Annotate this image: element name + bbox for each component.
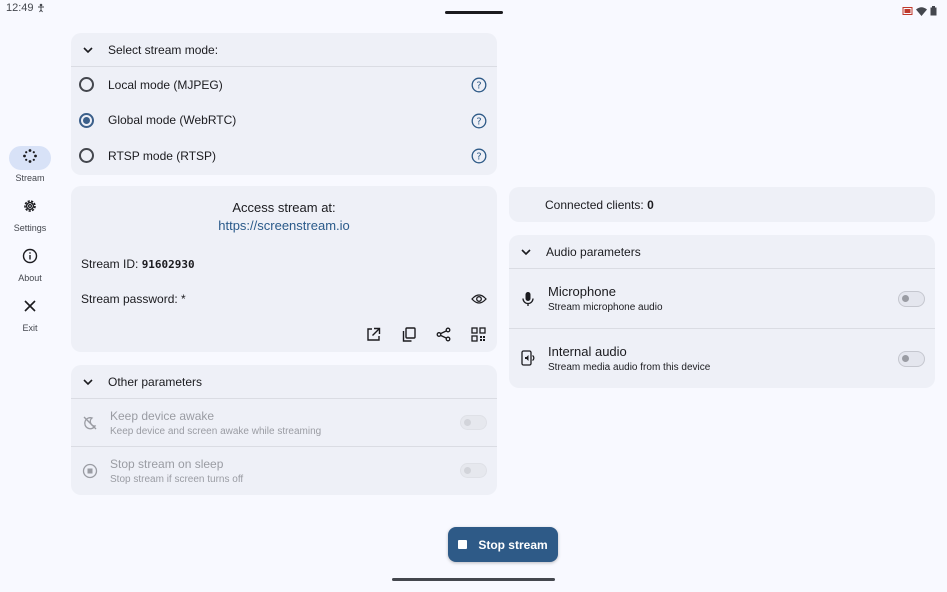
mode-option-local[interactable]: Local mode (MJPEG) ? — [71, 67, 497, 103]
other-params-card: Other parameters Keep device awake Keep … — [71, 365, 497, 495]
stream-id-label: Stream ID: — [81, 257, 142, 271]
do-not-disturb-icon — [81, 414, 99, 432]
microphone-subtitle: Stream microphone audio — [548, 302, 663, 313]
access-title: Access stream at: — [232, 200, 336, 215]
status-icons — [902, 3, 937, 21]
battery-icon — [930, 3, 937, 21]
nav-item-settings[interactable]: Settings — [0, 190, 60, 240]
gear-icon — [22, 198, 38, 219]
stop-on-sleep-toggle[interactable] — [460, 463, 487, 478]
stream-mode-card: Select stream mode: Local mode (MJPEG) ?… — [71, 33, 497, 175]
audio-params-header[interactable]: Audio parameters — [509, 235, 935, 269]
nav-label: Exit — [22, 323, 38, 333]
mode-label: Global mode (WebRTC) — [108, 113, 237, 128]
nav-label: About — [18, 273, 42, 283]
qr-code-icon[interactable] — [470, 326, 487, 343]
audio-params-card: Audio parameters Microphone Stream micro… — [509, 235, 935, 388]
accessibility-icon — [36, 3, 46, 16]
nav-label: Stream — [15, 173, 45, 183]
radio-local[interactable] — [79, 77, 94, 93]
stop-icon — [458, 540, 468, 549]
status-bar: 12:49 — [0, 0, 947, 18]
microphone-icon — [519, 290, 537, 308]
mode-option-rtsp[interactable]: RTSP mode (RTSP) ? — [71, 138, 497, 174]
other-params-title: Other parameters — [108, 374, 203, 389]
copy-icon[interactable] — [400, 326, 417, 343]
speaker-phone-icon — [519, 349, 537, 367]
info-icon — [22, 248, 38, 269]
internal-audio-subtitle: Stream media audio from this device — [548, 361, 711, 373]
stream-icon — [22, 148, 38, 169]
nav-item-stream[interactable]: Stream — [0, 140, 60, 190]
mode-option-global[interactable]: Global mode (WebRTC) ? — [71, 103, 497, 139]
mode-label: Local mode (MJPEG) — [108, 77, 223, 92]
stop-on-sleep-row[interactable]: Stop stream on sleep Stop stream if scre… — [71, 447, 497, 495]
nav-item-exit[interactable]: Exit — [0, 290, 60, 340]
keep-awake-title: Keep device awake — [110, 408, 215, 423]
stream-id-value: 91602930 — [141, 258, 195, 271]
stop-on-sleep-subtitle: Stop stream if screen turns off — [110, 474, 244, 485]
stream-mode-header[interactable]: Select stream mode: — [71, 33, 497, 67]
stream-password-line: Stream password: * — [81, 292, 186, 306]
stop-stream-button[interactable]: Stop stream — [448, 527, 558, 562]
open-external-icon[interactable] — [365, 326, 382, 343]
keep-awake-toggle[interactable] — [460, 415, 487, 430]
microphone-title: Microphone — [548, 284, 616, 299]
help-icon[interactable]: ? — [471, 113, 487, 129]
stream-mode-title: Select stream mode: — [108, 42, 219, 57]
cast-icon — [902, 3, 913, 21]
connected-clients-count: 0 — [647, 198, 654, 212]
stream-password-label: Stream password: — [81, 292, 182, 306]
radio-rtsp[interactable] — [79, 148, 94, 164]
connected-clients: Connected clients: 0 — [545, 198, 654, 212]
nav-label: Settings — [13, 223, 47, 233]
stop-on-sleep-title: Stop stream on sleep — [110, 457, 224, 471]
help-icon[interactable]: ? — [471, 148, 487, 164]
nav-indicator — [9, 146, 51, 170]
svg-text:?: ? — [476, 116, 481, 127]
svg-text:?: ? — [476, 152, 481, 163]
connected-clients-label: Connected clients: — [545, 198, 648, 212]
svg-text:?: ? — [476, 81, 481, 92]
keep-awake-subtitle: Keep device and screen awake while strea… — [110, 425, 322, 437]
status-time: 12:49 — [6, 2, 34, 14]
stream-password-value: * — [181, 292, 186, 306]
access-actions — [365, 326, 487, 343]
camera-notch — [445, 11, 503, 14]
nav-item-about[interactable]: About — [0, 240, 60, 290]
chevron-down-icon — [83, 378, 93, 385]
audio-params-title: Audio parameters — [546, 244, 641, 259]
chevron-down-icon — [521, 248, 531, 255]
stop-circle-icon — [81, 462, 99, 480]
wifi-icon — [916, 3, 927, 21]
navigation-rail: Stream Settings About Exit — [0, 140, 60, 340]
help-icon[interactable]: ? — [471, 77, 487, 93]
internal-audio-row[interactable]: Internal audio Stream media audio from t… — [509, 329, 935, 387]
microphone-row[interactable]: Microphone Stream microphone audio — [509, 269, 935, 329]
share-icon[interactable] — [435, 326, 452, 343]
connected-clients-card: Connected clients: 0 — [509, 187, 935, 222]
stream-id-line: Stream ID: 91602930 — [81, 257, 195, 271]
close-icon — [23, 299, 37, 318]
stop-stream-label: Stop stream — [478, 537, 548, 552]
radio-global[interactable] — [79, 112, 94, 128]
keep-awake-row[interactable]: Keep device awake Keep device and screen… — [71, 399, 497, 447]
stream-link[interactable]: https://screenstream.io — [71, 218, 497, 233]
eye-icon[interactable] — [470, 290, 487, 307]
microphone-toggle[interactable] — [898, 291, 925, 307]
chevron-down-icon — [83, 46, 93, 53]
access-card: Access stream at: https://screenstream.i… — [71, 186, 497, 352]
home-indicator[interactable] — [392, 578, 555, 581]
mode-label: RTSP mode (RTSP) — [108, 148, 217, 163]
other-params-header[interactable]: Other parameters — [71, 365, 497, 399]
internal-audio-title: Internal audio — [548, 343, 627, 359]
internal-audio-toggle[interactable] — [898, 351, 925, 367]
